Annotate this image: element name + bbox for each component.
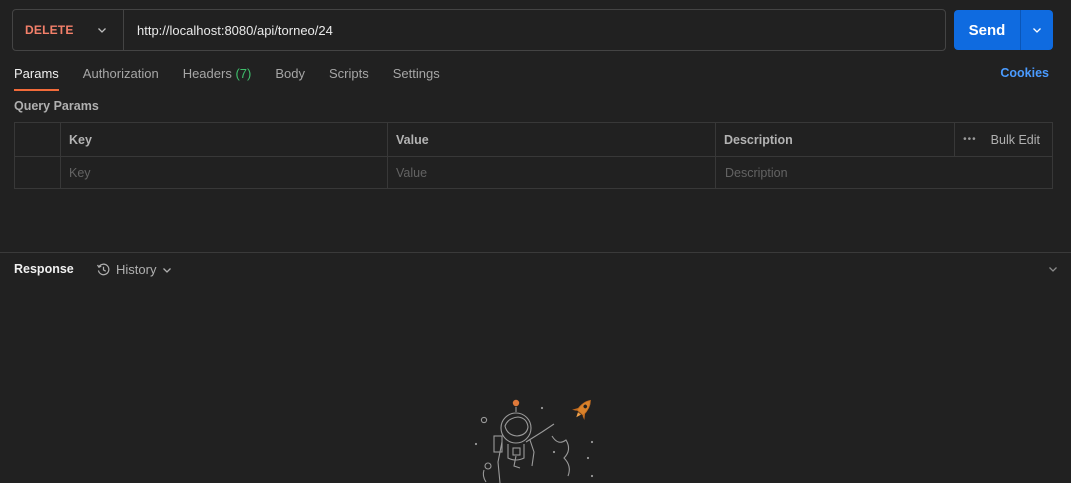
tab-authorization[interactable]: Authorization	[83, 66, 159, 91]
request-url-bar: DELETE	[12, 9, 946, 51]
history-label: History	[116, 262, 157, 277]
tab-label: Authorization	[82, 66, 159, 81]
description-column-header: Description	[716, 123, 955, 156]
chevron-down-icon	[1033, 28, 1041, 33]
description-input[interactable]: Description	[716, 157, 1052, 188]
checkbox-column-header	[15, 123, 61, 156]
response-title: Response	[14, 262, 74, 276]
tab-label: Headers	[182, 66, 232, 81]
tab-label: Params	[14, 66, 59, 81]
query-params-title: Query Params	[14, 99, 99, 113]
tab-scripts[interactable]: Scripts	[329, 66, 369, 91]
more-options-icon[interactable]: •••	[963, 134, 977, 145]
collapse-response-button[interactable]	[1047, 263, 1059, 278]
method-label: DELETE	[25, 23, 74, 37]
tab-settings[interactable]: Settings	[393, 66, 440, 91]
send-button[interactable]: Send	[954, 10, 1020, 50]
value-input[interactable]: Value	[388, 157, 716, 188]
history-icon	[96, 263, 110, 276]
chevron-down-icon	[95, 23, 109, 37]
chevron-down-icon	[163, 267, 172, 273]
headers-count-badge: (7)	[235, 66, 252, 81]
table-row: Key Value Description	[15, 156, 1052, 188]
tab-label: Settings	[392, 66, 440, 81]
query-params-table: Key Value Description ••• Bulk Edit Key …	[14, 122, 1053, 189]
astronaut-rocket-illustration	[472, 396, 602, 483]
history-button[interactable]: History	[96, 262, 173, 277]
url-input[interactable]	[124, 10, 945, 50]
method-select[interactable]: DELETE	[13, 10, 124, 50]
request-tabs: Params Authorization Headers (7) Body Sc…	[14, 66, 464, 91]
bulk-edit-button[interactable]: ••• Bulk Edit	[955, 123, 1052, 156]
key-input[interactable]: Key	[61, 157, 388, 188]
cookies-link[interactable]: Cookies	[1000, 66, 1049, 80]
table-header-row: Key Value Description ••• Bulk Edit	[15, 123, 1052, 156]
tab-label: Scripts	[328, 66, 369, 81]
key-column-header: Key	[61, 123, 388, 156]
value-column-header: Value	[388, 123, 716, 156]
tab-headers[interactable]: Headers (7)	[183, 66, 252, 91]
pane-divider[interactable]	[0, 252, 1071, 253]
tab-label: Body	[275, 66, 305, 81]
row-checkbox-cell	[15, 157, 61, 188]
chevron-down-icon	[1049, 267, 1057, 272]
bulk-edit-label: Bulk Edit	[990, 132, 1040, 147]
send-options-button[interactable]	[1020, 10, 1053, 50]
send-button-group: Send	[954, 10, 1053, 50]
tab-params[interactable]: Params	[14, 66, 59, 91]
tab-body[interactable]: Body	[275, 66, 305, 91]
